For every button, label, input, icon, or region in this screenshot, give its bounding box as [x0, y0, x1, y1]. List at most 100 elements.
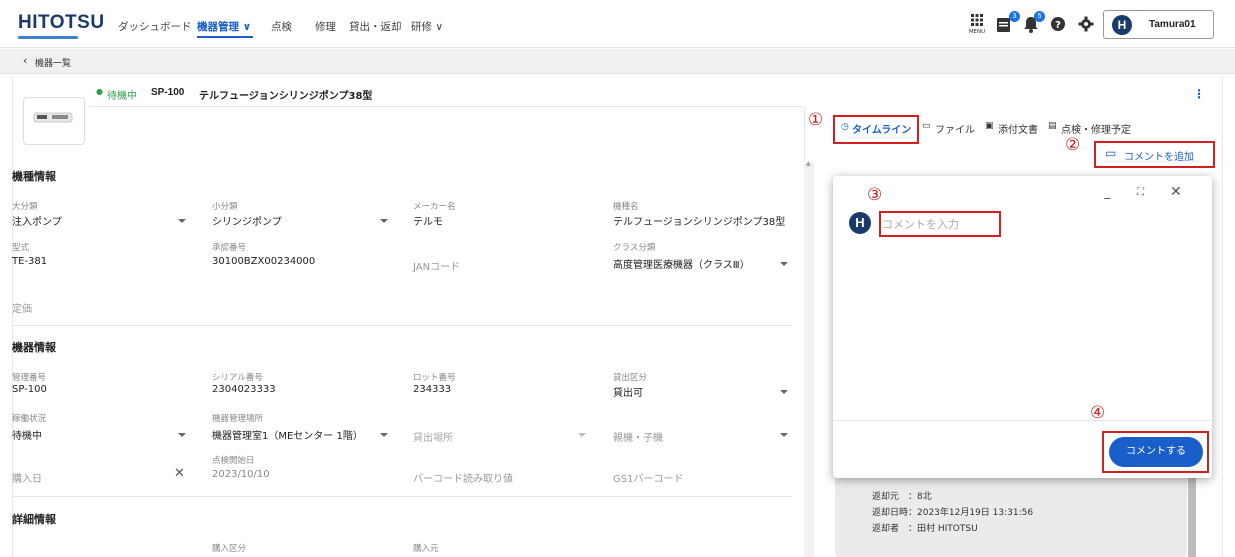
chevron-down-icon[interactable]: [780, 433, 788, 437]
field-label: メーカー名: [413, 202, 456, 212]
chevron-down-icon[interactable]: [578, 433, 586, 437]
field-approval-number[interactable]: 30100BZX00234000: [212, 256, 315, 267]
breadcrumb-bar: ‹ 機器一覧: [0, 49, 1235, 74]
menu-grid-icon[interactable]: MENU: [967, 13, 987, 35]
logo-underline: [18, 36, 78, 39]
field-lending-location[interactable]: 貸出場所: [413, 429, 453, 444]
notification-badge-1: 3: [1009, 11, 1020, 22]
field-label: 型式: [12, 243, 30, 253]
annotation-box-1: [833, 115, 919, 144]
app-header: HITOTSU ダッシュボード 機器管理 ∨ 点検 修理 貸出・返却 研修 ∨ …: [0, 0, 1235, 48]
gear-icon[interactable]: [1077, 15, 1097, 35]
commenter-avatar: H: [849, 212, 871, 234]
clear-icon[interactable]: ✕: [174, 466, 185, 481]
field-label: 購入区分: [212, 544, 247, 554]
field-category-minor[interactable]: シリンジポンプ: [212, 213, 282, 228]
field-lending-category[interactable]: 貸出可: [613, 384, 643, 399]
divider: [90, 106, 803, 107]
chevron-left-icon[interactable]: ‹: [23, 54, 27, 67]
more-vertical-icon[interactable]: ⋮: [1193, 87, 1205, 101]
section-title-equipment-info: 機器情報: [12, 341, 56, 354]
field-label: 貸出区分: [613, 373, 648, 383]
field-lot-number[interactable]: 234333: [413, 384, 451, 395]
annotation-number-2: ②: [1065, 135, 1081, 155]
tab-attached-documents[interactable]: 添付文書: [998, 121, 1038, 136]
chevron-down-icon[interactable]: [178, 433, 186, 437]
field-serial-number[interactable]: 2304023333: [212, 384, 276, 395]
section-title-detail-info: 詳細情報: [12, 513, 56, 526]
device-code: SP-100: [151, 87, 185, 98]
timeline-return-from: 返却元 ：8北: [872, 492, 932, 502]
chevron-down-icon[interactable]: [178, 219, 186, 223]
status-dot: ●: [96, 87, 103, 96]
device-status: 待機中: [107, 91, 137, 102]
app-logo[interactable]: HITOTSU: [18, 12, 105, 34]
nav-lending-return[interactable]: 貸出・返却: [349, 19, 402, 34]
nav-inspection[interactable]: 点検: [271, 19, 292, 34]
chevron-down-icon[interactable]: [380, 433, 388, 437]
field-label: 稼働状況: [12, 414, 47, 424]
field-barcode-value[interactable]: バーコード読み取り値: [413, 470, 513, 485]
field-list-price[interactable]: 定価: [12, 300, 32, 315]
field-gs1-barcode[interactable]: GS1バーコード: [613, 470, 683, 485]
field-label: シリアル番号: [212, 373, 263, 383]
attachment-doc-icon: ▣: [985, 121, 994, 131]
back-to-equipment-list[interactable]: 機器一覧: [35, 56, 71, 69]
tab-files[interactable]: ファイル: [935, 121, 975, 136]
annotation-box-3: [879, 211, 1001, 237]
field-category-major[interactable]: 注入ポンプ: [12, 213, 62, 228]
menu-label: MENU: [968, 29, 986, 35]
minimize-icon[interactable]: _: [1104, 185, 1111, 200]
nav-equipment-management[interactable]: 機器管理 ∨: [197, 19, 251, 34]
divider: [12, 496, 792, 497]
timeline-scrollbar[interactable]: [1188, 478, 1196, 557]
user-avatar: H: [1112, 15, 1132, 35]
calendar-icon: ▤: [1048, 121, 1057, 131]
field-label: ロット番号: [413, 373, 456, 383]
nav-repair[interactable]: 修理: [315, 19, 336, 34]
username: Tamura01: [1149, 19, 1196, 30]
divider: [12, 325, 792, 326]
field-class[interactable]: 高度管理医療機器（クラスⅢ）: [613, 256, 750, 271]
field-label: 小分類: [212, 202, 238, 212]
nav-training[interactable]: 研修 ∨: [411, 19, 443, 34]
svg-text:?: ?: [1055, 20, 1061, 31]
field-management-location[interactable]: 機器管理室1（MEセンター 1階）: [212, 427, 363, 442]
expand-icon[interactable]: ⛶: [1137, 187, 1144, 198]
section-title-model-info: 機種情報: [12, 170, 56, 183]
field-management-number[interactable]: SP-100: [12, 384, 47, 395]
dialog-divider: [833, 420, 1212, 421]
timeline-return-datetime: 返却日時：2023年12月19日 13:31:56: [872, 508, 1034, 518]
field-operation-status[interactable]: 待機中: [12, 427, 42, 442]
tab-inspection-repair-schedule[interactable]: 点検・修理予定: [1061, 121, 1131, 136]
help-icon[interactable]: ?: [1049, 15, 1069, 35]
scroll-up-icon[interactable]: ▲: [806, 160, 811, 167]
field-label: 機種名: [613, 202, 639, 212]
field-inspection-start-date[interactable]: 2023/10/10: [212, 469, 270, 480]
chevron-down-icon[interactable]: [780, 390, 788, 394]
field-label: 点検開始日: [212, 456, 255, 466]
scrollbar-track[interactable]: [804, 162, 814, 557]
close-icon[interactable]: ✕: [1170, 184, 1182, 200]
field-parent-child[interactable]: 親機・子機: [613, 429, 663, 444]
annotation-number-4: ④: [1090, 403, 1106, 423]
annotation-box-2: [1094, 141, 1215, 168]
field-model-type[interactable]: TE-381: [12, 256, 47, 267]
field-label: クラス分類: [613, 243, 656, 253]
field-maker[interactable]: テルモ: [413, 213, 443, 228]
field-purchase-date[interactable]: 購入日: [12, 470, 42, 485]
device-name: テルフュージョンシリンジポンプ38型: [199, 91, 373, 102]
chevron-down-icon[interactable]: [780, 262, 788, 266]
user-menu[interactable]: H Tamura01: [1103, 10, 1214, 39]
field-jan-code[interactable]: JANコード: [413, 258, 460, 273]
timeline-returned-by: 返却者 ：田村 HITOTSU: [872, 524, 978, 534]
chevron-down-icon[interactable]: [380, 219, 388, 223]
device-thumbnail: [23, 97, 85, 145]
annotation-box-4: [1102, 431, 1209, 473]
field-label: 承認番号: [212, 243, 247, 253]
notification-badge-2: 5: [1034, 11, 1045, 22]
field-model-name[interactable]: テルフュージョンシリンジポンプ38型: [613, 213, 785, 228]
folder-icon: ▭: [922, 121, 931, 131]
field-label: 大分類: [12, 202, 38, 212]
nav-dashboard[interactable]: ダッシュボード: [118, 19, 192, 34]
